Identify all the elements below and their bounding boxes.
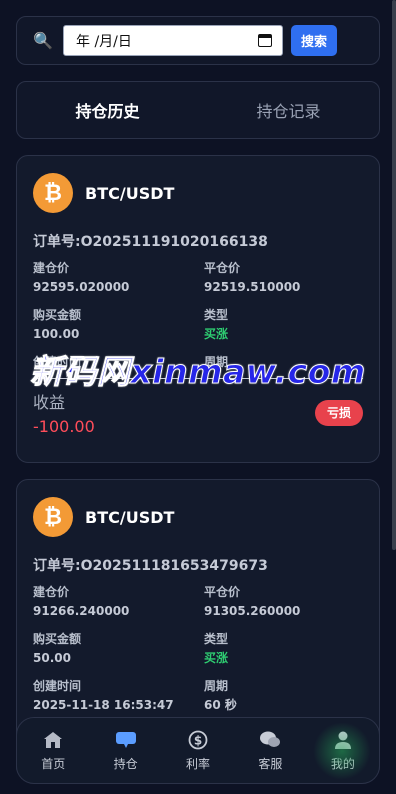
bottom-nav: 首页 持仓 $ 利率 客服 我的 [16, 717, 380, 784]
svg-text:$: $ [194, 733, 202, 747]
type-value: 买涨 [204, 327, 229, 341]
date-placeholder: 年 /月/日 [76, 33, 132, 50]
order-number: 订单号:O202511191020166138 [33, 234, 268, 250]
tab-position-records[interactable]: 持仓记录 [198, 98, 379, 122]
order-card: ₿ BTC/USDT 订单号:O202511191020166138 建仓价 9… [16, 155, 380, 463]
close-price-label: 平仓价 [204, 261, 241, 275]
chat-bubble-icon [115, 730, 137, 750]
period-value: 60 秒 [204, 698, 237, 712]
open-price: 92595.020000 [33, 280, 130, 294]
search-button[interactable]: 搜索 [291, 25, 337, 56]
open-price-label: 建仓价 [33, 261, 70, 275]
tab-position-history[interactable]: 持仓历史 [17, 98, 198, 122]
nav-item-positions[interactable]: 持仓 [89, 730, 161, 772]
nav-item-support[interactable]: 客服 [234, 730, 306, 772]
bitcoin-icon: ₿ [33, 173, 73, 213]
calendar-icon[interactable] [258, 34, 272, 47]
close-price-label: 平仓价 [204, 585, 241, 599]
support-icon [259, 730, 281, 750]
scrollbar[interactable] [392, 0, 396, 550]
search-bar: 🔍 年 /月/日 搜索 [16, 16, 380, 65]
amount-label: 购买金额 [33, 308, 82, 322]
bitcoin-icon: ₿ [33, 497, 73, 537]
active-glow [313, 722, 371, 780]
profit-value: -100.00 [33, 417, 95, 436]
close-price: 92519.510000 [204, 280, 301, 294]
nav-label: 首页 [41, 756, 66, 771]
type-label: 类型 [204, 632, 229, 646]
nav-label: 客服 [258, 756, 283, 771]
nav-item-home[interactable]: 首页 [17, 730, 89, 772]
trading-pair: BTC/USDT [85, 507, 175, 527]
home-icon [42, 730, 64, 750]
loss-badge: 亏损 [314, 399, 363, 426]
open-price: 91266.240000 [33, 604, 130, 618]
nav-label: 持仓 [113, 756, 138, 771]
tab-bar: 持仓历史 持仓记录 [16, 81, 380, 139]
nav-item-rates[interactable]: $ 利率 [162, 730, 234, 772]
created-label: 创建时间 [33, 679, 82, 693]
created-time: 2025-11-18 16:53:47 [33, 698, 174, 712]
type-label: 类型 [204, 308, 229, 322]
amount: 50.00 [33, 651, 71, 665]
search-icon: 🔍 [33, 31, 53, 50]
nav-label: 利率 [186, 756, 211, 771]
order-number: 订单号:O202511181653479673 [33, 558, 268, 574]
open-price-label: 建仓价 [33, 585, 70, 599]
watermark: 新码网xinmaw.com [30, 352, 366, 392]
close-price: 91305.260000 [204, 604, 301, 618]
date-input[interactable]: 年 /月/日 [63, 25, 283, 56]
trading-pair: BTC/USDT [85, 183, 175, 203]
type-value: 买涨 [204, 651, 229, 665]
period-label: 周期 [204, 679, 229, 693]
amount: 100.00 [33, 327, 80, 341]
amount-label: 购买金额 [33, 632, 82, 646]
dollar-icon: $ [187, 730, 209, 750]
